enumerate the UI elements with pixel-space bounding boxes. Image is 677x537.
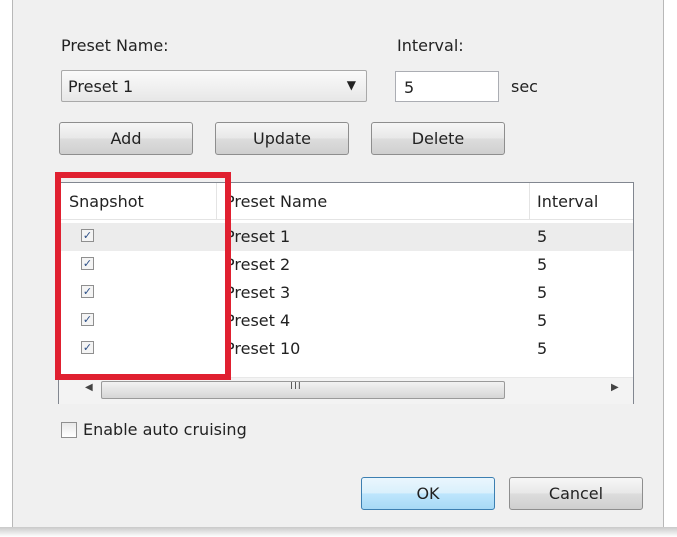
snapshot-column-highlight (55, 172, 231, 380)
preset-dialog: Preset Name: Interval: Preset 1 ▼ 5 sec … (12, 0, 664, 527)
preset-select-value: Preset 1 (68, 77, 134, 96)
row-preset-name: Preset 1 (225, 227, 291, 246)
cancel-button[interactable]: Cancel (509, 477, 643, 510)
window-bottom-edge (0, 527, 677, 537)
scroll-grip: III (290, 381, 302, 392)
add-button[interactable]: Add (59, 122, 193, 155)
row-interval: 5 (537, 283, 548, 302)
delete-button[interactable]: Delete (371, 122, 505, 155)
interval-input[interactable]: 5 (395, 71, 499, 102)
interval-unit-label: sec (511, 77, 538, 96)
row-preset-name: Preset 4 (225, 311, 291, 330)
column-header-preset-name[interactable]: Preset Name (225, 192, 327, 211)
interval-input-value: 5 (404, 78, 415, 97)
preset-name-select[interactable]: Preset 1 ▼ (61, 70, 367, 102)
column-divider[interactable] (529, 183, 530, 219)
scroll-right-icon[interactable]: ▶ (611, 382, 619, 393)
scroll-thumb[interactable]: III (101, 381, 505, 399)
interval-label: Interval: (397, 36, 464, 55)
horizontal-scrollbar[interactable]: ◀ III ▶ (59, 377, 633, 404)
row-preset-name: Preset 3 (225, 283, 291, 302)
row-interval: 5 (537, 311, 548, 330)
update-button[interactable]: Update (215, 122, 349, 155)
row-interval: 5 (537, 339, 548, 358)
column-header-interval[interactable]: Interval (537, 192, 598, 211)
auto-cruising-checkbox[interactable] (61, 422, 77, 438)
row-interval: 5 (537, 255, 548, 274)
preset-name-label: Preset Name: (61, 36, 169, 55)
row-preset-name: Preset 2 (225, 255, 291, 274)
ok-button[interactable]: OK (361, 477, 495, 510)
auto-cruising-label[interactable]: Enable auto cruising (83, 420, 247, 439)
scroll-left-icon[interactable]: ◀ (85, 382, 93, 393)
dropdown-arrow-icon[interactable]: ▼ (347, 78, 356, 92)
row-interval: 5 (537, 227, 548, 246)
row-preset-name: Preset 10 (225, 339, 301, 358)
